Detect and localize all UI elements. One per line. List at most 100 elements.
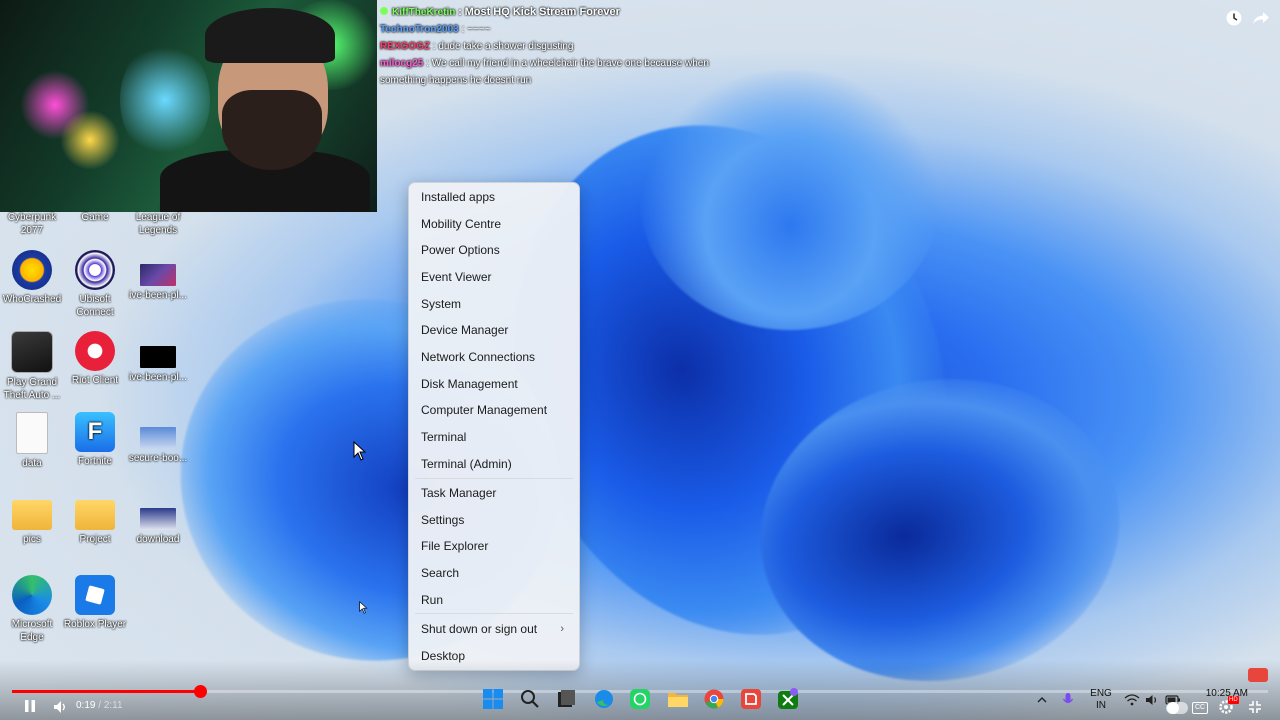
winx-context-menu: Installed apps Mobility Centre Power Opt…: [408, 182, 580, 671]
desktop-icon-gta[interactable]: Play Grand Theft Auto ...: [0, 331, 64, 402]
search-icon[interactable]: [519, 688, 541, 710]
edge-icon[interactable]: [593, 688, 615, 710]
desktop-icon-data[interactable]: data: [0, 412, 64, 470]
image-thumbnail-icon: [140, 508, 176, 530]
webcam-overlay: [0, 0, 377, 212]
desktop-icon-pics[interactable]: pics: [0, 494, 64, 546]
whocrashed-icon: [12, 250, 52, 290]
chat-icon: [380, 7, 388, 15]
menu-item-power-options[interactable]: Power Options: [410, 238, 576, 262]
volume-icon[interactable]: [52, 699, 68, 715]
chat-title: Most HQ Kick Stream Forever: [464, 6, 620, 18]
desktop-icon-secure[interactable]: secure-boo...: [126, 427, 190, 465]
chat-username: KiffTheKretin: [392, 7, 456, 18]
menu-item-shut-down[interactable]: Shut down or sign out ›: [410, 617, 576, 641]
menu-item-search[interactable]: Search: [410, 561, 576, 585]
chat-text: ~~~~: [467, 24, 491, 35]
chat-text: dude take a shower disgusting: [438, 41, 574, 52]
fullscreen-exit-icon[interactable]: [1248, 700, 1262, 714]
hd-badge: HD: [1228, 696, 1239, 704]
wallpaper-bloom: [640, 70, 940, 330]
ubisoft-icon: [75, 250, 115, 290]
share-icon[interactable]: [1251, 9, 1271, 29]
image-thumbnail-icon: [140, 264, 176, 286]
menu-item-task-manager[interactable]: Task Manager: [410, 481, 576, 505]
desktop-icon-whocrashed[interactable]: WhoCrashed: [0, 250, 64, 306]
chrome-icon[interactable]: [703, 688, 725, 710]
menu-item-mobility-centre[interactable]: Mobility Centre: [410, 212, 576, 236]
edge-icon: [12, 575, 52, 615]
desktop-icon-ive1[interactable]: ive-been-pl...: [126, 264, 190, 302]
desktop-icon-download[interactable]: download: [126, 508, 190, 546]
speaker-icon[interactable]: [1145, 693, 1159, 707]
menu-item-settings[interactable]: Settings: [410, 508, 576, 532]
desktop-icon-game[interactable]: Game: [63, 211, 127, 224]
chevron-right-icon: ›: [560, 623, 564, 635]
chat-message: milocg25 : We call my friend in a wheelc…: [380, 58, 709, 86]
menu-item-event-viewer[interactable]: Event Viewer: [410, 265, 576, 289]
fortnite-icon: F: [75, 412, 115, 452]
clock-icon[interactable]: [1224, 9, 1244, 29]
document-icon: [16, 412, 48, 454]
video-progress-fill: [12, 690, 200, 693]
language-indicator[interactable]: ENG IN: [1089, 688, 1113, 712]
desktop-icon-fortnite[interactable]: F Fortnite: [63, 412, 127, 468]
desktop-icon-project[interactable]: Project: [63, 494, 127, 546]
autoplay-knob-icon: [1167, 702, 1179, 714]
menu-item-installed-apps[interactable]: Installed apps: [410, 185, 576, 209]
file-explorer-icon[interactable]: [555, 688, 577, 710]
autoplay-toggle[interactable]: [1166, 702, 1188, 714]
pause-button[interactable]: [22, 698, 38, 714]
menu-item-device-manager[interactable]: Device Manager: [410, 318, 576, 342]
chat-message: TechnoTron2003 : ~~~~: [380, 24, 491, 35]
desktop-icon-ive2[interactable]: ive-been-pl...: [126, 346, 190, 384]
roblox-icon: [75, 575, 115, 615]
duration: 2:11: [103, 700, 123, 711]
xbox-icon[interactable]: [777, 688, 799, 710]
closed-captions-button[interactable]: CC: [1192, 702, 1208, 714]
desktop-icon-lol[interactable]: League of Legends: [126, 211, 190, 237]
menu-item-file-explorer[interactable]: File Explorer: [410, 534, 576, 558]
desktop-icon-roblox[interactable]: Roblox Player: [63, 575, 127, 631]
menu-item-disk-management[interactable]: Disk Management: [410, 372, 576, 396]
chat-header: KiffTheKretin : Most HQ Kick Stream Fore…: [380, 4, 710, 21]
menu-item-network-connections[interactable]: Network Connections: [410, 345, 576, 369]
menu-separator: [415, 613, 573, 614]
riot-icon: [75, 331, 115, 371]
chat-username: TechnoTron2003: [380, 24, 459, 35]
menu-item-system[interactable]: System: [410, 292, 576, 316]
chat-username: REXGOGZ: [380, 41, 431, 52]
app-icon[interactable]: [740, 688, 762, 710]
gta-icon: [11, 331, 53, 373]
menu-item-terminal-admin[interactable]: Terminal (Admin): [410, 452, 576, 476]
menu-separator: [415, 478, 573, 479]
video-scrubber-handle[interactable]: [193, 685, 207, 698]
notification-badge-icon: [1248, 668, 1268, 682]
desktop-icon-ubisoft[interactable]: Ubisoft Connect: [63, 250, 127, 319]
mouse-cursor-icon: [353, 440, 367, 465]
chevron-up-icon[interactable]: [1036, 694, 1048, 706]
whatsapp-icon[interactable]: [629, 688, 651, 710]
windows-start-icon[interactable]: [482, 688, 504, 710]
video-thumbnail-icon: [140, 346, 176, 368]
current-time: 0:19: [76, 700, 96, 711]
image-thumbnail-icon: [140, 427, 176, 449]
menu-item-computer-management[interactable]: Computer Management: [410, 398, 576, 422]
chat-text: We call my friend in a wheelchair the br…: [380, 58, 709, 86]
folder-icon: [12, 500, 52, 530]
folder-icon[interactable]: [667, 688, 689, 710]
desktop-icon-edge[interactable]: Microsoft Edge: [0, 575, 64, 644]
video-timecode: 0:19 / 2:11: [76, 700, 123, 711]
desktop-icon-riot[interactable]: Riot Client: [63, 331, 127, 387]
wifi-icon[interactable]: [1124, 693, 1140, 707]
settings-gear-icon[interactable]: HD: [1218, 696, 1239, 715]
microphone-icon[interactable]: [1062, 692, 1074, 708]
mouse-cursor-icon: [359, 599, 368, 618]
chat-message: REXGOGZ : dude take a shower disgusting: [380, 41, 574, 52]
menu-item-terminal[interactable]: Terminal: [410, 425, 576, 449]
folder-icon: [75, 500, 115, 530]
stream-chat: KiffTheKretin : Most HQ Kick Stream Fore…: [380, 4, 710, 89]
desktop-icon-cyberpunk[interactable]: Cyberpunk 2077: [0, 211, 64, 237]
menu-item-run[interactable]: Run: [410, 588, 576, 612]
chat-username: milocg25: [380, 58, 424, 69]
